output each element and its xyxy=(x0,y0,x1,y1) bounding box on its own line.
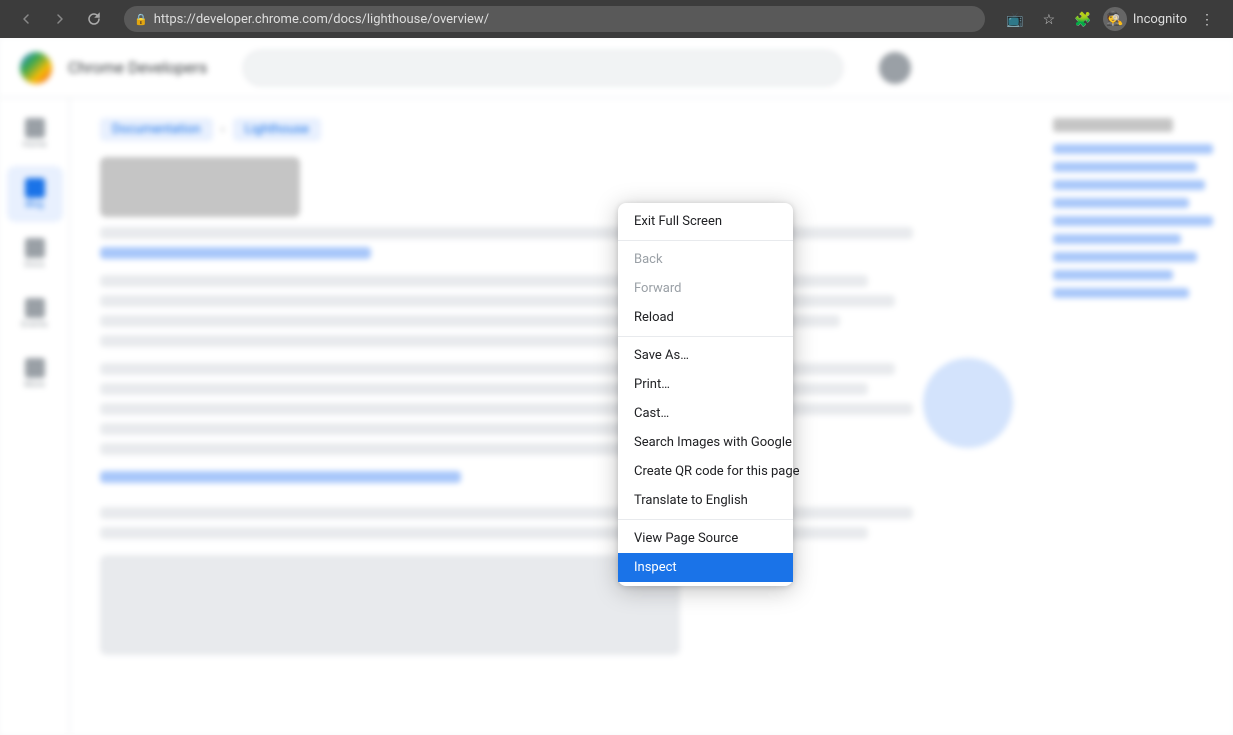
content-link-2 xyxy=(100,471,461,483)
menu-divider-2 xyxy=(618,336,793,337)
menu-item-cast-label: Cast… xyxy=(634,406,777,421)
menu-divider-3 xyxy=(618,519,793,520)
menu-item-save-as[interactable]: Save As… xyxy=(618,341,793,370)
right-panel-link-8 xyxy=(1053,270,1173,280)
star-icon[interactable]: ☆ xyxy=(1035,5,1063,33)
menu-item-view-page-source[interactable]: View Page Source xyxy=(618,524,793,553)
sidebar-item-docs: Docs xyxy=(7,226,63,282)
user-avatar xyxy=(879,52,911,84)
reload-button[interactable] xyxy=(80,5,108,33)
nav-buttons xyxy=(12,5,108,33)
events-icon xyxy=(25,298,45,318)
blog-icon xyxy=(25,178,45,198)
right-panel-link-4 xyxy=(1053,198,1189,208)
url-text: https://developer.chrome.com/docs/lighth… xyxy=(154,12,975,27)
sidebar-docs-label: Docs xyxy=(24,260,44,270)
sidebar-item-events: Events xyxy=(7,286,63,342)
menu-item-exit-full-screen-label: Exit Full Screen xyxy=(634,214,777,229)
right-panel-link-9 xyxy=(1053,288,1189,298)
menu-item-forward-label: Forward xyxy=(634,281,777,296)
sidebar-blog-label: Blog xyxy=(26,200,44,210)
menu-item-create-qr-label: Create QR code for this page xyxy=(634,464,800,479)
content-link-1 xyxy=(100,247,371,259)
incognito-icon: 🕵 xyxy=(1103,7,1127,31)
menu-item-print-label: Print… xyxy=(634,377,777,392)
incognito-badge: 🕵 Incognito xyxy=(1103,7,1187,31)
avatar-circle xyxy=(923,358,1013,448)
menu-item-cast[interactable]: Cast… xyxy=(618,399,793,428)
address-bar[interactable]: 🔒 https://developer.chrome.com/docs/ligh… xyxy=(124,6,985,32)
sidebar-more-label: More xyxy=(24,380,45,390)
back-button[interactable] xyxy=(12,5,40,33)
menu-item-view-page-source-label: View Page Source xyxy=(634,531,777,546)
overview-title xyxy=(100,157,300,217)
sidebar: Home Blog Docs Events More xyxy=(0,98,70,735)
video-placeholder xyxy=(100,555,680,655)
content-line-10 xyxy=(100,443,642,455)
right-panel-link-5 xyxy=(1053,216,1213,226)
menu-item-exit-full-screen[interactable]: Exit Full Screen xyxy=(618,207,793,236)
menu-item-translate-label: Translate to English xyxy=(634,493,777,508)
sidebar-home-label: Home xyxy=(22,140,46,150)
home-icon xyxy=(25,118,45,138)
right-panel-link-2 xyxy=(1053,162,1197,172)
sidebar-item-home: Home xyxy=(7,106,63,162)
browser-menu-button[interactable]: ⋮ xyxy=(1193,5,1221,33)
menu-item-reload-label: Reload xyxy=(634,310,777,325)
chrome-dev-name: Chrome Developers xyxy=(68,58,207,77)
search-bar xyxy=(243,50,843,86)
menu-item-reload[interactable]: Reload xyxy=(618,303,793,332)
sub-nav: Documentation › Lighthouse xyxy=(100,118,1003,141)
sidebar-events-label: Events xyxy=(21,320,48,330)
incognito-label: Incognito xyxy=(1133,12,1187,27)
sub-nav-separator: › xyxy=(221,122,225,137)
content-area: Documentation › Lighthouse xyxy=(70,98,1033,735)
menu-item-search-images[interactable]: Search Images with Google xyxy=(618,428,793,457)
right-panel xyxy=(1033,98,1233,735)
lock-icon: 🔒 xyxy=(134,13,148,26)
right-panel-link-3 xyxy=(1053,180,1205,190)
menu-item-inspect[interactable]: Inspect xyxy=(618,553,793,582)
right-panel-link-7 xyxy=(1053,252,1197,262)
right-panel-link-1 xyxy=(1053,144,1213,154)
sidebar-item-blog: Blog xyxy=(7,166,63,222)
context-menu: Exit Full Screen Back Forward Reload Sav… xyxy=(618,203,793,586)
menu-item-back[interactable]: Back xyxy=(618,245,793,274)
page-layout: Home Blog Docs Events More xyxy=(0,98,1233,735)
forward-button[interactable] xyxy=(46,5,74,33)
sidebar-item-more: More xyxy=(7,346,63,402)
sub-nav-lighthouse: Lighthouse xyxy=(233,118,321,141)
browser-actions: 📺 ☆ 🧩 🕵 Incognito ⋮ xyxy=(1001,5,1221,33)
page-content-blurred: Chrome Developers Home Blog Docs xyxy=(0,38,1233,735)
right-panel-title xyxy=(1053,118,1173,132)
menu-item-print[interactable]: Print… xyxy=(618,370,793,399)
menu-item-save-as-label: Save As… xyxy=(634,348,777,363)
right-panel-link-6 xyxy=(1053,234,1181,244)
chrome-dev-logo xyxy=(20,52,52,84)
more-icon xyxy=(25,358,45,378)
menu-item-search-images-label: Search Images with Google xyxy=(634,435,792,450)
menu-item-translate[interactable]: Translate to English xyxy=(618,486,793,515)
page-background: Chrome Developers Home Blog Docs xyxy=(0,38,1233,735)
menu-item-back-label: Back xyxy=(634,252,777,267)
browser-chrome: 🔒 https://developer.chrome.com/docs/ligh… xyxy=(0,0,1233,38)
cast-icon[interactable]: 📺 xyxy=(1001,5,1029,33)
menu-item-forward[interactable]: Forward xyxy=(618,274,793,303)
menu-item-inspect-label: Inspect xyxy=(634,560,777,575)
menu-item-create-qr[interactable]: Create QR code for this page xyxy=(618,457,793,486)
extensions-icon[interactable]: 🧩 xyxy=(1069,5,1097,33)
menu-divider-1 xyxy=(618,240,793,241)
docs-icon xyxy=(25,238,45,258)
chrome-dev-header: Chrome Developers xyxy=(0,38,1233,98)
sub-nav-documentation: Documentation xyxy=(100,118,213,141)
content-line-5 xyxy=(100,335,642,347)
